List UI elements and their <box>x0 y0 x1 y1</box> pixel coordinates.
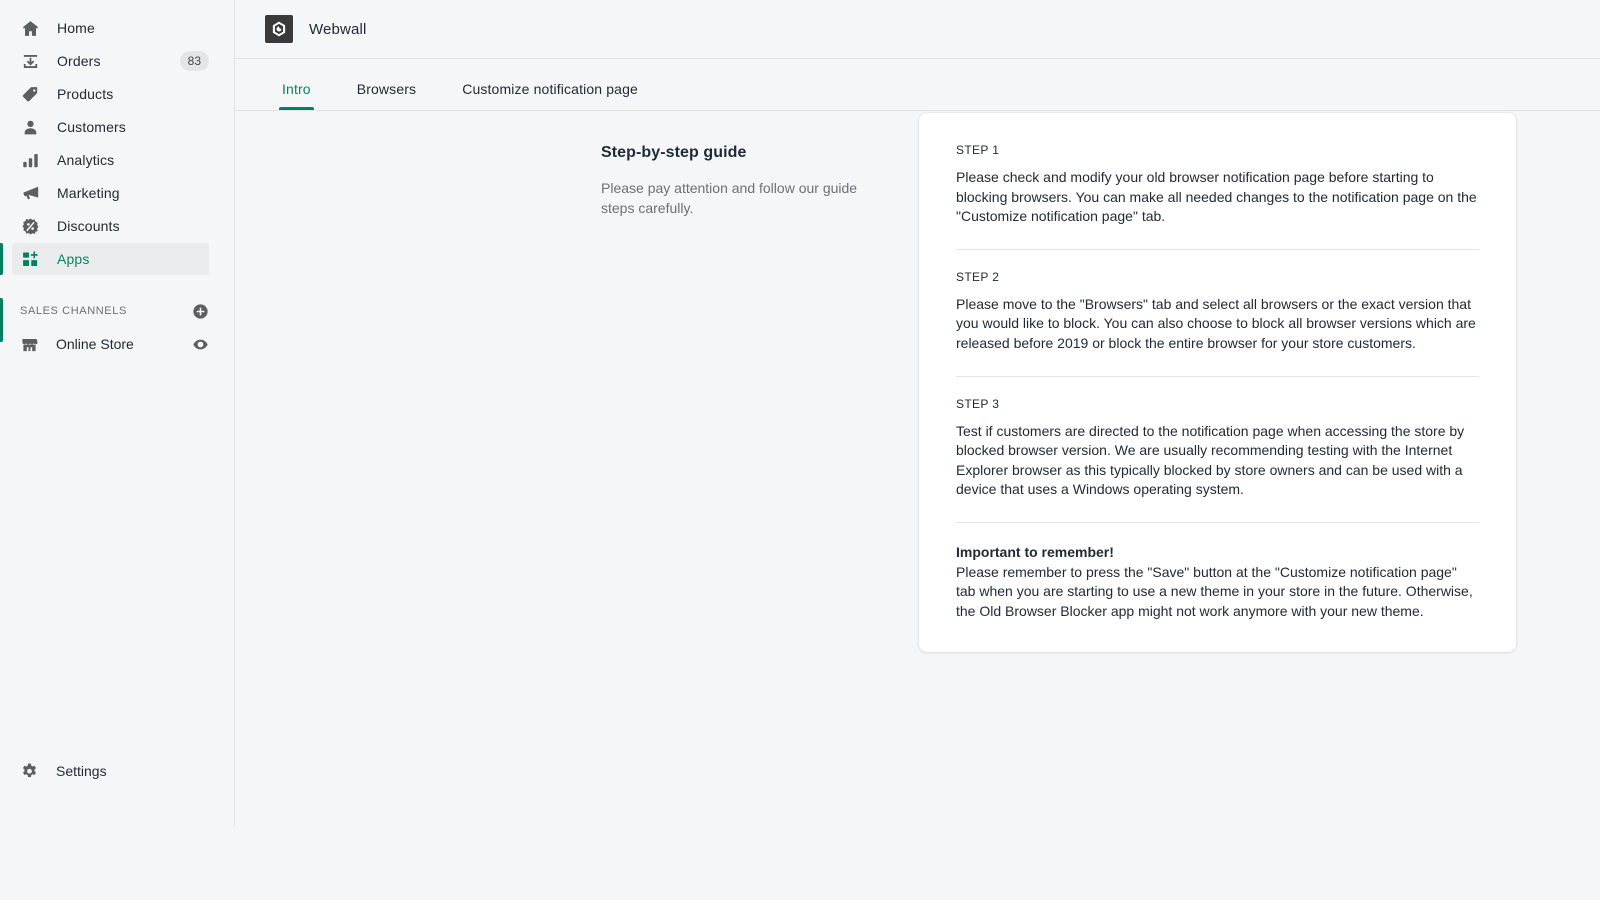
note-title: Important to remember! <box>956 543 1479 563</box>
store-icon <box>20 335 39 354</box>
sidebar-row-home: Home <box>0 12 235 44</box>
webwall-logo-icon <box>265 15 293 43</box>
step-label: STEP 2 <box>956 270 1479 284</box>
home-icon <box>20 18 40 38</box>
sidebar-row-analytics: Analytics <box>0 144 235 176</box>
step-divider <box>956 249 1479 250</box>
plus-circle-icon[interactable] <box>191 302 209 320</box>
step-body: Test if customers are directed to the no… <box>956 422 1479 500</box>
sidebar-item-label: Online Store <box>56 336 134 352</box>
sidebar-row-orders: Orders 83 <box>0 45 235 77</box>
sidebar-item-orders[interactable]: Orders 83 <box>12 45 209 77</box>
customers-icon <box>20 117 40 137</box>
guide-card: STEP 1 Please check and modify your old … <box>919 113 1516 652</box>
tab-customize-notification-page[interactable]: Customize notification page <box>462 81 638 110</box>
sidebar-item-marketing[interactable]: Marketing <box>12 177 209 209</box>
sidebar-item-discounts[interactable]: Discounts <box>12 210 209 242</box>
sidebar-item-apps[interactable]: Apps <box>12 243 209 275</box>
app-title: Webwall <box>309 21 366 38</box>
products-icon <box>20 84 40 104</box>
orders-count-badge: 83 <box>180 51 209 71</box>
orders-icon <box>20 51 40 71</box>
sidebar-item-settings[interactable]: Settings <box>12 755 209 787</box>
gear-icon <box>20 762 39 781</box>
sidebar-item-analytics[interactable]: Analytics <box>12 144 209 176</box>
sidebar-item-label: Marketing <box>57 183 120 203</box>
discounts-icon <box>20 216 40 236</box>
content-area: Step-by-step guide Please pay attention … <box>235 111 1600 900</box>
sidebar-row-customers: Customers <box>0 111 235 143</box>
main-area: Webwall Intro Browsers Customize notific… <box>235 0 1600 900</box>
sidebar-item-label: Analytics <box>57 150 114 170</box>
page-subtitle: Please pay attention and follow our guid… <box>601 178 863 218</box>
app-header: Webwall <box>235 0 1600 59</box>
sidebar-item-label: Home <box>57 18 95 38</box>
app-root: Home Orders 83 <box>0 0 1600 900</box>
sidebar-footer: Settings <box>0 755 235 900</box>
step-label: STEP 1 <box>956 143 1479 157</box>
step-label: STEP 3 <box>956 397 1479 411</box>
note-body: Please remember to press the "Save" butt… <box>956 563 1479 622</box>
sidebar-item-customers[interactable]: Customers <box>12 111 209 143</box>
marketing-icon <box>20 183 40 203</box>
sidebar-row-discounts: Discounts <box>0 210 235 242</box>
active-accent-bar <box>0 243 3 275</box>
sidebar-row-marketing: Marketing <box>0 177 235 209</box>
important-note: Important to remember! Please remember t… <box>956 543 1479 621</box>
sidebar-row-apps: Apps <box>0 243 235 275</box>
sidebar-item-products[interactable]: Products <box>12 78 209 110</box>
step-body: Please check and modify your old browser… <box>956 168 1479 227</box>
sidebar-item-label: Apps <box>57 249 89 269</box>
sidebar: Home Orders 83 <box>0 0 235 900</box>
step-2: STEP 2 Please move to the "Browsers" tab… <box>956 270 1479 354</box>
tab-bar: Intro Browsers Customize notification pa… <box>235 59 1600 111</box>
sidebar-item-label: Orders <box>57 51 101 71</box>
sidebar-item-label: Customers <box>57 117 126 137</box>
step-1: STEP 1 Please check and modify your old … <box>956 143 1479 227</box>
sidebar-nav-list: Home Orders 83 <box>0 12 235 276</box>
step-divider <box>956 376 1479 377</box>
apps-icon <box>20 249 40 269</box>
step-3: STEP 3 Test if customers are directed to… <box>956 397 1479 500</box>
analytics-icon <box>20 150 40 170</box>
sidebar-item-online-store[interactable]: Online Store <box>12 328 209 360</box>
sidebar-item-label: Discounts <box>57 216 120 236</box>
sales-channels-title: SALES CHANNELS <box>20 305 127 317</box>
eye-icon[interactable] <box>191 335 209 353</box>
sales-channels-header: SALES CHANNELS <box>12 296 209 326</box>
sidebar-item-home[interactable]: Home <box>12 12 209 44</box>
step-divider <box>956 522 1479 523</box>
step-body: Please move to the "Browsers" tab and se… <box>956 295 1479 354</box>
sidebar-item-label: Settings <box>56 763 107 779</box>
sidebar-item-label: Products <box>57 84 113 104</box>
page-title: Step-by-step guide <box>601 144 863 162</box>
sidebar-row-products: Products <box>0 78 235 110</box>
tab-intro[interactable]: Intro <box>282 81 311 110</box>
guide-intro: Step-by-step guide Please pay attention … <box>601 144 863 218</box>
sales-channels-accent-bar <box>0 298 3 342</box>
tab-browsers[interactable]: Browsers <box>357 81 416 110</box>
